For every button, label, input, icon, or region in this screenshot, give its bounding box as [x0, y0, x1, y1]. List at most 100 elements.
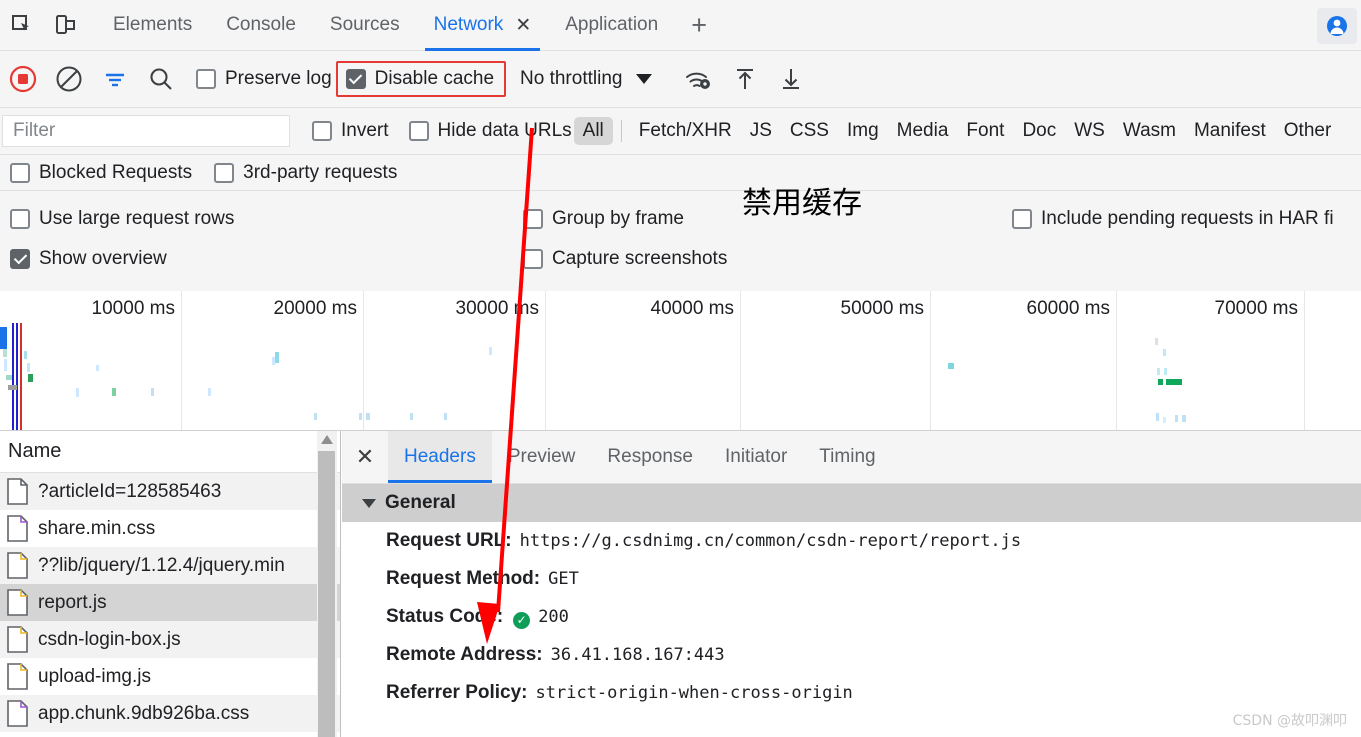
header-row-request-url: Request URL: https://g.csdnimg.cn/common… — [342, 522, 1361, 560]
close-icon[interactable]: ✕ — [515, 16, 531, 35]
filter-type-wasm[interactable]: Wasm — [1114, 117, 1185, 145]
tab-timing[interactable]: Timing — [803, 431, 891, 483]
list-item[interactable]: upload-img.js — [0, 658, 340, 695]
large-rows-checkbox[interactable]: Use large request rows — [10, 208, 234, 230]
export-har-icon[interactable] — [768, 56, 814, 102]
list-item[interactable]: ?articleId=128585463 — [0, 473, 340, 510]
request-name: upload-img.js — [38, 665, 151, 687]
list-item[interactable]: report.js — [0, 584, 340, 621]
dom-content-loaded-marker — [12, 323, 14, 430]
profile-avatar-icon[interactable] — [1317, 8, 1357, 44]
request-list-header[interactable]: Name — [0, 431, 340, 473]
file-js-icon — [6, 589, 29, 616]
tab-label: Sources — [329, 14, 400, 35]
filter-type-media[interactable]: Media — [888, 117, 958, 145]
wifi-gear-icon[interactable] — [676, 56, 722, 102]
tick-label: 50000 ms — [840, 298, 924, 319]
hide-data-urls-checkbox[interactable]: Hide data URLs — [408, 120, 572, 142]
general-section-header[interactable]: General — [342, 484, 1361, 522]
show-overview-checkbox[interactable]: Show overview — [10, 248, 167, 270]
disable-cache-checkbox[interactable]: Disable cache — [345, 68, 494, 90]
tab-response[interactable]: Response — [591, 431, 709, 483]
filter-type-doc[interactable]: Doc — [1013, 117, 1065, 145]
request-blip — [208, 388, 211, 396]
tab-console[interactable]: Console — [209, 0, 313, 51]
filter-type-manifest[interactable]: Manifest — [1185, 117, 1275, 145]
checkbox-box — [10, 249, 30, 269]
request-blip — [112, 388, 116, 396]
include-pending-har-checkbox[interactable]: Include pending requests in HAR fi — [1012, 208, 1334, 230]
request-blip — [314, 413, 317, 420]
timeline-tick: 30000 ms — [364, 291, 546, 430]
clear-network-log-icon[interactable] — [46, 56, 92, 102]
request-list-scrollbar[interactable] — [317, 431, 337, 737]
header-row-status-code: Status Code: ✓ 200 — [342, 598, 1361, 636]
throttling-dropdown[interactable]: No throttling — [520, 68, 653, 90]
checkbox-box — [214, 162, 235, 183]
disable-cache-highlight: Disable cache — [335, 61, 507, 97]
tick-label: 40000 ms — [650, 298, 734, 319]
blocked-requests-checkbox[interactable]: Blocked Requests — [10, 162, 192, 184]
search-icon[interactable] — [138, 56, 184, 102]
filter-type-all[interactable]: All — [573, 117, 613, 145]
filter-type-css[interactable]: CSS — [781, 117, 838, 145]
devtools-tabbar: Elements Console Sources Network ✕ Appli… — [0, 0, 1361, 51]
tab-sources[interactable]: Sources — [313, 0, 417, 51]
group-by-frame-checkbox[interactable]: Group by frame — [523, 208, 684, 230]
device-toolbar-icon[interactable] — [44, 0, 88, 51]
tab-elements[interactable]: Elements — [96, 0, 209, 51]
preserve-log-label: Preserve log — [225, 68, 332, 89]
timeline-tick: 40000 ms — [546, 291, 741, 430]
list-item[interactable]: app.chunk.9db926ba.css — [0, 695, 340, 732]
list-item[interactable]: share.min.css — [0, 510, 340, 547]
filter-toggle-icon[interactable] — [92, 56, 138, 102]
chevron-down-icon[interactable] — [362, 498, 376, 508]
request-blip — [1158, 379, 1163, 385]
request-blip — [6, 375, 12, 380]
third-party-requests-checkbox[interactable]: 3rd-party requests — [214, 162, 397, 184]
filter-type-fetch-xhr[interactable]: Fetch/XHR — [630, 117, 741, 145]
checkbox-box — [10, 209, 30, 229]
filter-input[interactable] — [2, 115, 290, 147]
request-blip — [489, 347, 492, 355]
record-stop-icon[interactable] — [0, 56, 46, 102]
list-item[interactable]: ??lib/jquery/1.12.4/jquery.min — [0, 547, 340, 584]
tab-initiator[interactable]: Initiator — [709, 431, 803, 483]
header-value[interactable]: https://g.csdnimg.cn/common/csdn-report/… — [520, 531, 1022, 551]
request-blip — [1155, 338, 1158, 345]
request-blip — [410, 413, 413, 420]
detail-tab-label: Preview — [507, 446, 576, 467]
invert-checkbox[interactable]: Invert — [312, 120, 389, 142]
close-detail-icon[interactable]: ✕ — [342, 431, 388, 483]
request-blip — [1163, 417, 1166, 423]
detail-tab-label: Timing — [819, 446, 876, 467]
import-har-icon[interactable] — [722, 56, 768, 102]
filter-type-other[interactable]: Other — [1275, 117, 1341, 145]
tab-application[interactable]: Application — [548, 0, 675, 51]
divider — [620, 120, 622, 142]
tab-network[interactable]: Network ✕ — [417, 0, 549, 51]
request-blip — [948, 363, 954, 369]
dom-content-loaded-marker — [16, 323, 18, 430]
checkbox-box — [345, 69, 366, 89]
timeline-tick: 10000 ms — [0, 291, 182, 430]
filter-type-font[interactable]: Font — [957, 117, 1013, 145]
header-row-remote-address: Remote Address: 36.41.168.167:443 — [342, 636, 1361, 674]
request-blip — [151, 388, 154, 396]
inspect-element-icon[interactable] — [0, 0, 44, 51]
capture-screenshots-checkbox[interactable]: Capture screenshots — [523, 248, 727, 270]
scroll-up-arrow-icon[interactable] — [321, 435, 333, 444]
filter-type-js[interactable]: JS — [741, 117, 781, 145]
preserve-log-checkbox[interactable]: Preserve log — [196, 68, 332, 90]
tab-preview[interactable]: Preview — [492, 431, 592, 483]
network-overview-timeline[interactable]: 10000 ms 20000 ms 30000 ms 40000 ms 5000… — [0, 291, 1361, 431]
list-item[interactable]: csdn-login-box.js — [0, 621, 340, 658]
scrollbar-thumb[interactable] — [318, 451, 335, 737]
request-name: report.js — [38, 591, 107, 613]
file-css-icon — [6, 515, 29, 542]
filter-type-img[interactable]: Img — [838, 117, 888, 145]
add-tab-button[interactable]: + — [675, 0, 723, 51]
tab-headers[interactable]: Headers — [388, 431, 492, 483]
filter-type-ws[interactable]: WS — [1065, 117, 1114, 145]
header-value: 36.41.168.167:443 — [550, 645, 725, 665]
